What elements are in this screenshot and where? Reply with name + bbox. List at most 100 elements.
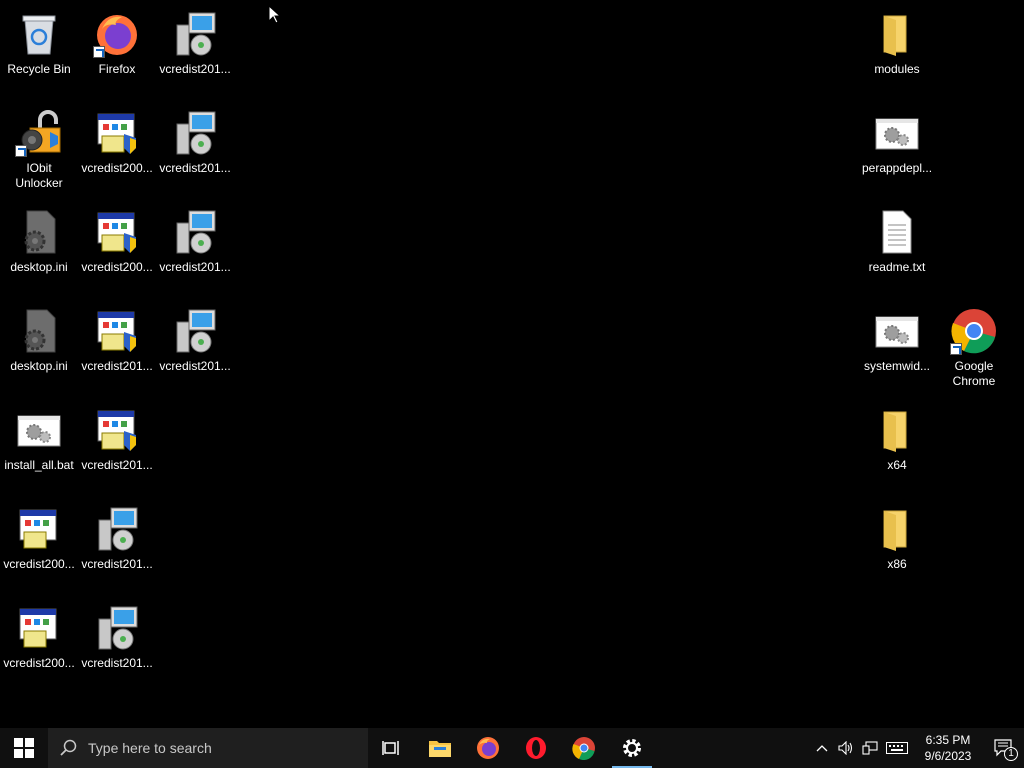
action-center-button[interactable]: 1 — [984, 728, 1024, 768]
folder-icon — [871, 404, 923, 456]
installer-monitor-icon — [169, 107, 221, 159]
installer-window-icon — [91, 206, 143, 258]
chrome-taskbar-button[interactable] — [560, 728, 608, 768]
desktop-icon-x64-folder[interactable]: x64 — [859, 404, 935, 473]
desktop-icon-vcredist[interactable]: vcredist201... — [79, 602, 155, 671]
desktop-icon-desktop-ini[interactable]: desktop.ini — [1, 305, 77, 374]
desktop-icon-perappdepl[interactable]: perappdepl... — [859, 107, 935, 176]
text-file-icon — [871, 206, 923, 258]
icon-label: install_all.bat — [4, 458, 74, 472]
icon-label: vcredist200... — [3, 656, 75, 670]
firefox-taskbar-button[interactable] — [464, 728, 512, 768]
installer-window-icon — [13, 602, 65, 654]
clock[interactable]: 6:35 PM 9/6/2023 — [918, 732, 978, 764]
taskbar: Type here to search 6:35 PM 9/6/2023 1 — [0, 728, 1024, 768]
shortcut-arrow-icon — [93, 46, 105, 58]
desktop-icon-firefox[interactable]: Firefox — [79, 8, 155, 77]
installer-monitor-icon — [169, 206, 221, 258]
installer-window-icon — [13, 503, 65, 555]
file-explorer-button[interactable] — [416, 728, 464, 768]
icon-label: vcredist201... — [81, 458, 153, 472]
system-tray: 6:35 PM 9/6/2023 1 — [810, 728, 1024, 768]
show-hidden-icons-button[interactable] — [810, 728, 834, 768]
gear-icon — [623, 739, 641, 757]
settings-file-icon — [13, 305, 65, 357]
chevron-up-icon — [816, 745, 828, 752]
task-view-icon — [382, 741, 399, 755]
desktop-icon-readme[interactable]: readme.txt — [859, 206, 935, 275]
clock-date: 9/6/2023 — [924, 749, 972, 763]
icon-label: readme.txt — [868, 260, 926, 274]
recycle-bin-icon — [13, 8, 65, 60]
unlock-icon — [13, 107, 65, 159]
icon-label: modules — [874, 62, 920, 76]
icon-label: Google Chrome — [952, 359, 996, 388]
mouse-cursor-icon — [268, 4, 282, 29]
installer-window-icon — [91, 107, 143, 159]
desktop-icon-modules-folder[interactable]: modules — [859, 8, 935, 77]
notification-count-badge: 1 — [1004, 747, 1018, 761]
desktop-icon-recycle-bin[interactable]: Recycle Bin — [1, 8, 77, 77]
batch-file-icon — [871, 107, 923, 159]
icon-label: vcredist201... — [159, 359, 231, 373]
installer-monitor-icon — [91, 602, 143, 654]
desktop-icon-x86-folder[interactable]: x86 — [859, 503, 935, 572]
file-explorer-icon — [429, 741, 451, 757]
desktop-icon-vcredist[interactable]: vcredist201... — [157, 305, 233, 374]
network-button[interactable] — [858, 728, 882, 768]
icon-label: vcredist200... — [81, 260, 153, 274]
folder-icon — [871, 503, 923, 555]
icon-label: vcredist201... — [159, 260, 231, 274]
opera-taskbar-button[interactable] — [512, 728, 560, 768]
icon-label: vcredist201... — [81, 557, 153, 571]
installer-monitor-icon — [169, 305, 221, 357]
desktop-icon-vcredist[interactable]: vcredist201... — [157, 107, 233, 176]
installer-window-icon — [91, 404, 143, 456]
shortcut-arrow-icon — [950, 343, 962, 355]
desktop-icon-google-chrome[interactable]: Google Chrome — [936, 305, 1012, 389]
icon-label: vcredist200... — [81, 161, 153, 175]
desktop[interactable]: Recycle Bin Firefox vcredist201... IObit… — [0, 0, 1024, 728]
icon-label: desktop.ini — [10, 260, 68, 274]
desktop-icon-vcredist[interactable]: vcredist201... — [79, 404, 155, 473]
opera-icon — [526, 737, 546, 759]
firefox-icon — [91, 8, 143, 60]
folder-icon — [871, 8, 923, 60]
installer-window-icon — [91, 305, 143, 357]
desktop-icon-vcredist[interactable]: vcredist200... — [79, 107, 155, 176]
search-placeholder: Type here to search — [88, 740, 212, 756]
keyboard-button[interactable] — [882, 728, 912, 768]
desktop-icon-vcredist[interactable]: vcredist200... — [1, 503, 77, 572]
volume-button[interactable] — [834, 728, 858, 768]
icon-label: desktop.ini — [10, 359, 68, 373]
desktop-icon-vcredist[interactable]: vcredist200... — [1, 602, 77, 671]
icon-label: systemwid... — [863, 359, 930, 373]
desktop-icon-iobit-unlocker[interactable]: IObit Unlocker — [1, 107, 77, 191]
icon-label: Firefox — [98, 62, 136, 76]
icon-label: IObit Unlocker — [15, 161, 63, 190]
desktop-icon-desktop-ini[interactable]: desktop.ini — [1, 206, 77, 275]
desktop-icon-vcredist[interactable]: vcredist201... — [79, 305, 155, 374]
desktop-icon-vcredist[interactable]: vcredist201... — [157, 206, 233, 275]
icon-label: x64 — [887, 458, 907, 472]
desktop-icon-vcredist[interactable]: vcredist201... — [79, 503, 155, 572]
desktop-icon-install-all-bat[interactable]: install_all.bat — [1, 404, 77, 473]
desktop-icon-systemwid[interactable]: systemwid... — [859, 305, 935, 374]
installer-monitor-icon — [91, 503, 143, 555]
chrome-icon — [948, 305, 1000, 357]
chrome-icon — [572, 737, 595, 760]
icon-label: perappdepl... — [861, 161, 933, 175]
clock-time: 6:35 PM — [925, 733, 971, 747]
search-input[interactable]: Type here to search — [48, 728, 368, 768]
task-view-button[interactable] — [368, 728, 416, 768]
desktop-icon-vcredist[interactable]: vcredist200... — [79, 206, 155, 275]
desktop-icon-vcredist[interactable]: vcredist201... — [157, 8, 233, 77]
icon-label: vcredist201... — [159, 62, 231, 76]
keyboard-icon — [886, 742, 908, 754]
settings-taskbar-button[interactable] — [608, 728, 656, 768]
shortcut-arrow-icon — [15, 145, 27, 157]
icon-label: vcredist200... — [3, 557, 75, 571]
icon-label: x86 — [887, 557, 907, 571]
icon-label: Recycle Bin — [7, 62, 71, 76]
start-button[interactable] — [0, 728, 48, 768]
